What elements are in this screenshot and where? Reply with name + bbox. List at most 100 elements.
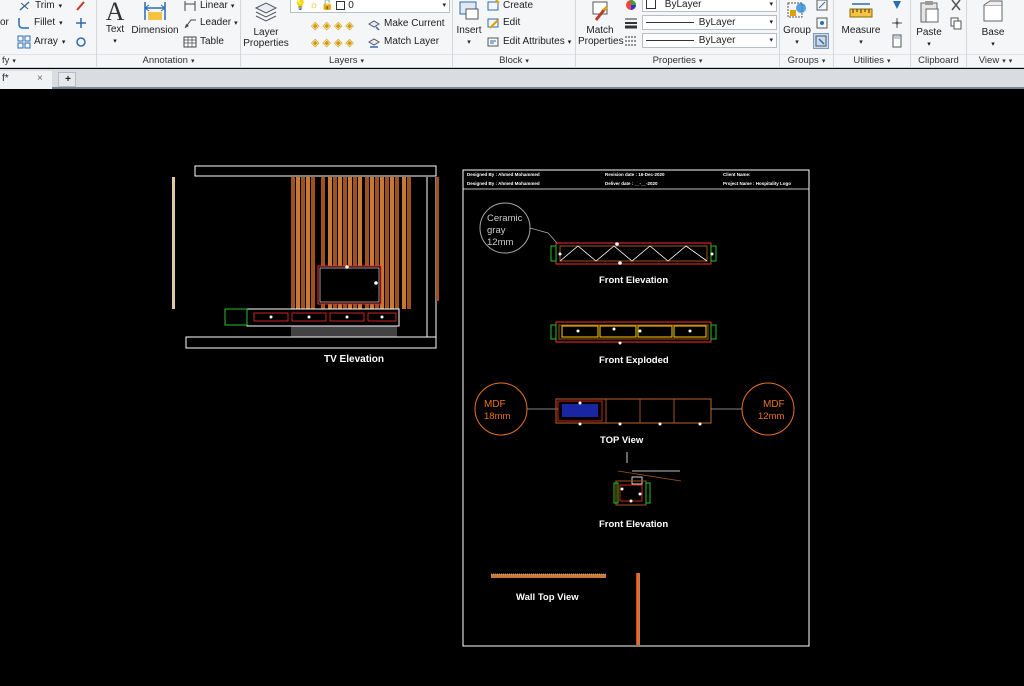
tv-screen — [317, 265, 382, 305]
wood-slat — [296, 177, 300, 309]
tab-drawing[interactable]: f* × — [0, 71, 52, 89]
edit-block-label: Edit — [503, 17, 521, 28]
layer-unlock-icon[interactable]: ◈ — [345, 36, 353, 49]
tab-close-icon[interactable]: × — [37, 71, 43, 87]
groups-panel-title[interactable]: Groups ▾ — [780, 54, 833, 66]
edit-block-button[interactable]: Edit — [486, 14, 520, 31]
fillet-button[interactable]: or Fillet ▾ — [0, 14, 63, 31]
edit-attributes-button[interactable]: Edit Attributes ▾ — [486, 33, 571, 50]
front-elevation-detail — [550, 242, 717, 265]
block-panel-title[interactable]: Block ▾ — [453, 54, 575, 66]
layer-freeze-icon[interactable]: ◈ — [334, 19, 342, 32]
console-marker — [307, 315, 311, 319]
linetype-dropdown[interactable]: ByLayer ▾ — [642, 33, 777, 48]
match-layer-label: Match Layer — [384, 36, 440, 47]
layers-panel-title[interactable]: Layers ▾ — [241, 54, 452, 66]
ceramic-label-line-2: gray — [487, 225, 506, 236]
new-tab-button[interactable]: + — [58, 72, 76, 87]
linear-button[interactable]: Linear ▾ — [183, 0, 234, 14]
annotation-panel-title[interactable]: Annotation ▾ — [97, 54, 240, 66]
file-tab-bar: f* × + — [0, 69, 1024, 89]
drawing-canvas[interactable]: TV Elevation Designed By : Ahmed Mohamme… — [0, 91, 1024, 681]
layer-unisolate-icon[interactable]: ◈ — [311, 36, 319, 49]
utilities-panel-title[interactable]: Utilities ▾ — [834, 54, 910, 66]
make-current-icon — [368, 19, 380, 31]
layer-on-icon[interactable]: ◈ — [322, 36, 330, 49]
erase-icon[interactable] — [74, 0, 88, 13]
make-current-button[interactable]: Make Current — [367, 15, 445, 32]
table-label: Table — [200, 36, 224, 47]
match-properties-button[interactable]: Match Properties — [578, 0, 624, 47]
tv-elevation-label: TV Elevation — [324, 354, 384, 365]
top-view-label: TOP View — [600, 435, 644, 446]
model-space[interactable]: TV Elevation Designed By : Ahmed Mohamme… — [0, 91, 1024, 681]
tv-elevation-drawing[interactable]: TV Elevation — [172, 165, 439, 365]
mdf-right-label-line-2: 12mm — [758, 411, 784, 422]
copy-icon[interactable] — [949, 16, 963, 30]
detail-sheet[interactable]: Designed By : Ahmed Mohammed Revision da… — [462, 169, 810, 647]
base-label: Base — [981, 27, 1005, 38]
quick-select-icon[interactable] — [890, 0, 904, 12]
linetype-icon — [625, 36, 637, 46]
text-button[interactable]: A Text ▾ — [101, 0, 129, 47]
lock-icon: 🔓 — [321, 0, 334, 11]
group-edit-icon[interactable] — [815, 16, 829, 30]
point-style-icon[interactable] — [890, 16, 904, 30]
new-tab-icon: + — [65, 74, 71, 85]
modify-panel-title[interactable]: fy ▾ — [0, 54, 96, 66]
layer-properties-button[interactable]: Layer Properties — [243, 0, 289, 49]
trim-label: Trim — [35, 0, 55, 11]
table-button[interactable]: Table — [183, 33, 224, 50]
trim-icon — [19, 0, 30, 11]
clipboard-panel: Paste ▾ Clipboard — [911, 0, 967, 68]
insert-button[interactable]: Insert ▾ — [455, 0, 483, 48]
dimension-button[interactable]: Dimension — [131, 0, 179, 36]
group-icon — [787, 2, 806, 18]
block-panel: Insert ▾ Create Edit Edit Attributes ▾ Blo… — [453, 0, 576, 68]
measure-button[interactable]: Measure ▾ — [836, 0, 886, 48]
leader-button[interactable]: Leader ▾ — [183, 14, 238, 31]
base-button[interactable]: Base ▾ — [977, 0, 1009, 50]
wood-slat — [407, 177, 411, 309]
create-block-button[interactable]: Create — [486, 0, 533, 14]
layer-dropdown[interactable]: 💡 ☼ 🔓 0 ▾ — [290, 0, 450, 13]
linear-label: Linear — [200, 0, 228, 11]
utilities-panel: Measure ▾ Utilities ▾ — [834, 0, 911, 68]
view-panel-title[interactable]: View ▾ ▾ — [967, 54, 1024, 66]
layers-panel: Layer Properties 💡 ☼ 🔓 0 ▾ ◈ ◈ ◈ ◈ ◈ ◈ ◈… — [241, 0, 453, 68]
ribbon: or Trim ▾ or Fillet ▾ Array ▾ fy▾ A Text… — [0, 0, 1024, 68]
array-button[interactable]: Array ▾ — [0, 33, 65, 50]
group-select-icon[interactable] — [813, 33, 829, 49]
ungroup-icon[interactable] — [815, 0, 829, 12]
wood-slat — [390, 177, 394, 309]
ceiling-band — [194, 165, 437, 177]
lineweight-dropdown[interactable]: ByLayer ▾ — [642, 15, 777, 30]
view-panel: Base ▾ View ▾ ▾ — [967, 0, 1024, 68]
layer-properties-label-2: Properties — [243, 38, 289, 49]
clipboard-panel-title[interactable]: Clipboard — [911, 54, 966, 66]
paste-button[interactable]: Paste ▾ — [913, 0, 945, 50]
front-elevation-2-label: Front Elevation — [599, 519, 668, 530]
or-fragment: or — [0, 17, 9, 28]
ceramic-leader-line — [529, 227, 558, 244]
properties-panel-title[interactable]: Properties ▾ — [576, 54, 779, 66]
calculator-icon[interactable] — [890, 34, 904, 48]
lineweight-value: ByLayer — [698, 17, 736, 28]
color-dropdown[interactable]: ByLayer ▾ — [642, 0, 777, 12]
layer-off-icon[interactable]: ◈ — [322, 19, 330, 32]
cut-icon[interactable] — [949, 0, 963, 12]
group-button[interactable]: Group ▾ — [782, 0, 812, 48]
trim-button[interactable]: or Trim ▾ — [0, 0, 62, 14]
layer-lock-icon[interactable]: ◈ — [345, 19, 353, 32]
modify-panel-title-text: fy — [2, 55, 10, 66]
annotation-panel: A Text ▾ Dimension Linear ▾ Leader ▾ Table … — [97, 0, 241, 68]
insert-label: Insert — [456, 25, 482, 36]
match-layer-button[interactable]: Match Layer — [367, 33, 439, 50]
layer-isolate-icon[interactable]: ◈ — [311, 19, 319, 32]
layer-thaw-icon[interactable]: ◈ — [334, 36, 342, 49]
dimension-label: Dimension — [131, 25, 179, 36]
explode-icon[interactable] — [74, 16, 88, 30]
offset-icon[interactable] — [74, 34, 88, 48]
layer-properties-label-1: Layer — [253, 27, 279, 38]
array-icon — [17, 35, 31, 48]
